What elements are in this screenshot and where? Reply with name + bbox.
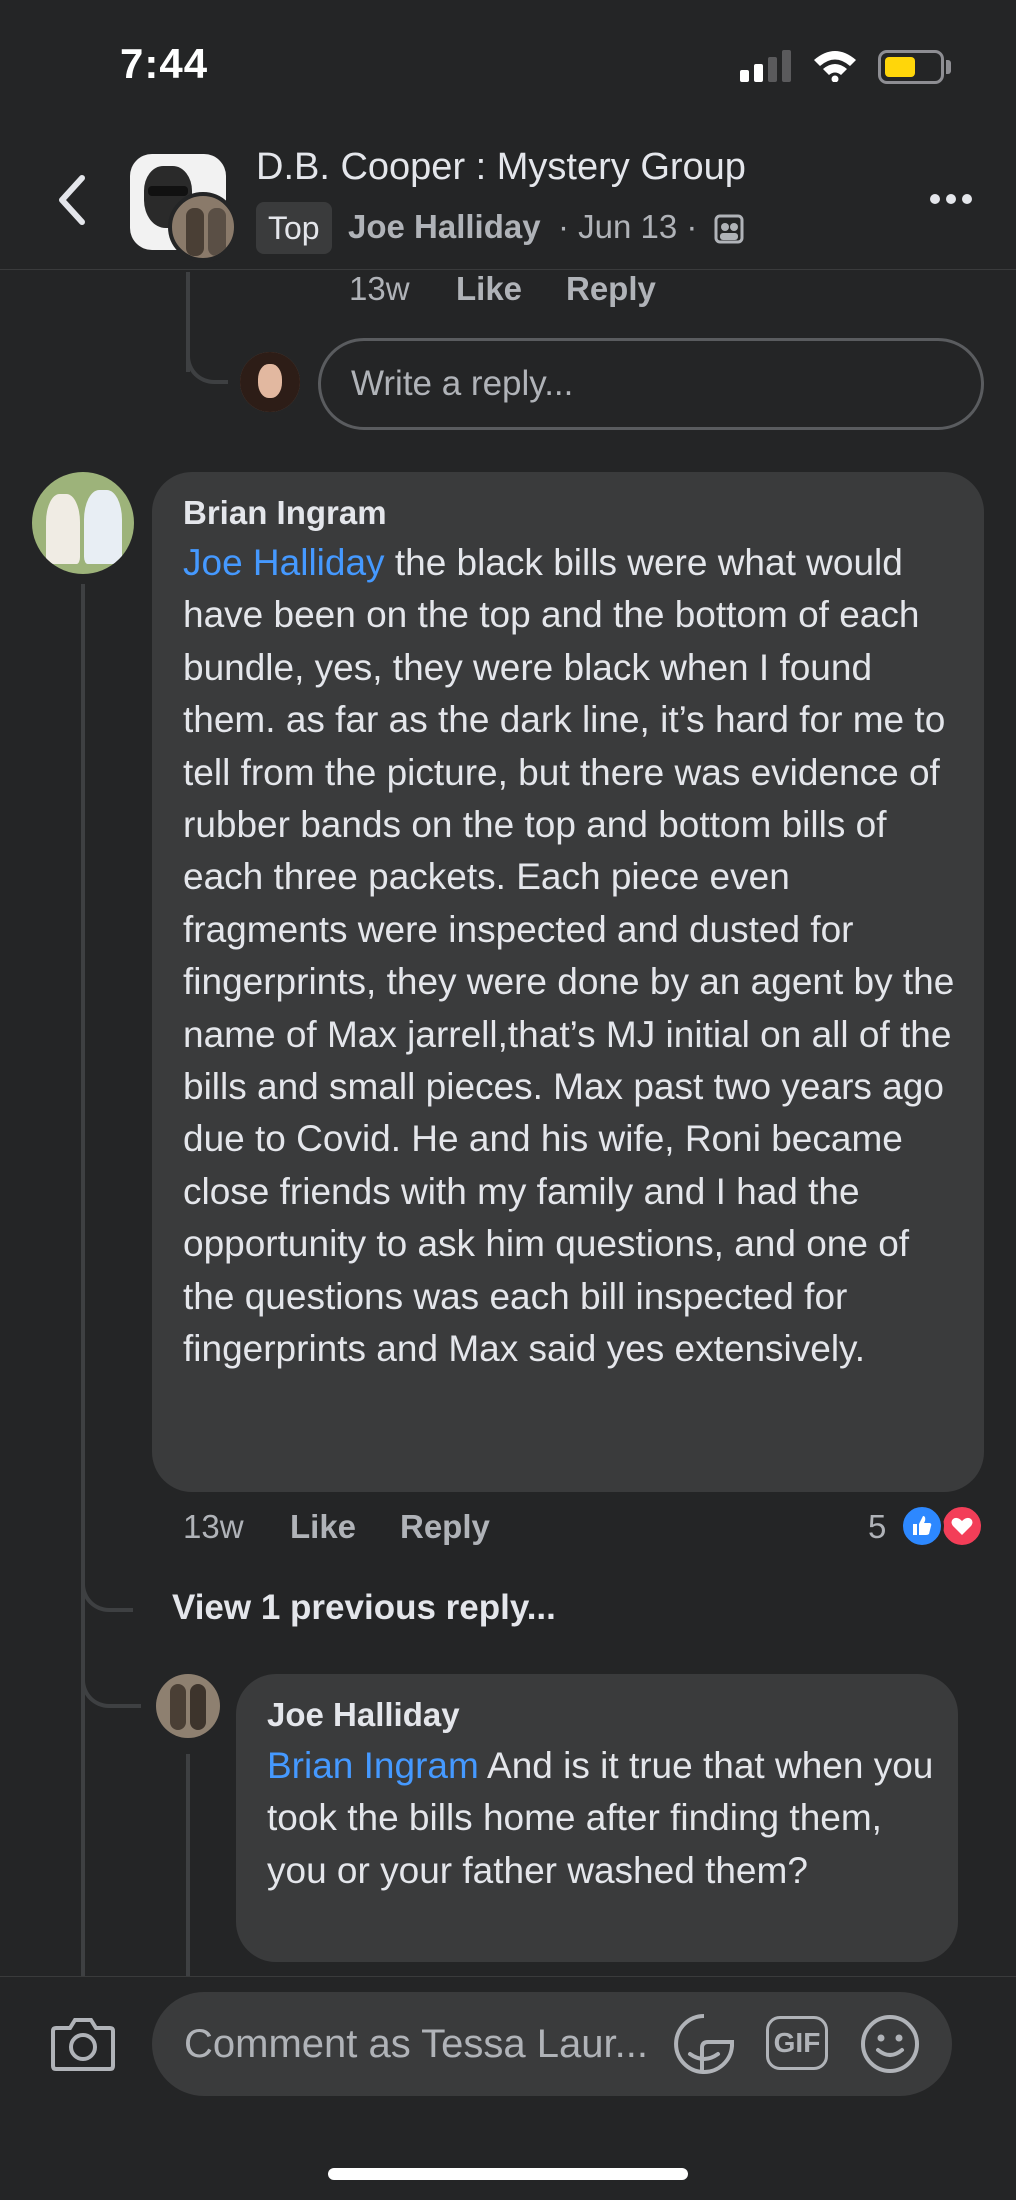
- wifi-icon: [814, 51, 856, 82]
- reply-author-avatar[interactable]: [156, 1674, 220, 1738]
- love-reaction-icon[interactable]: [940, 1504, 984, 1548]
- commenter-avatar[interactable]: [32, 472, 134, 574]
- status-time: 7:44: [120, 40, 209, 87]
- comment-placeholder[interactable]: Comment as Tessa Laur...: [184, 2022, 648, 2067]
- gif-icon[interactable]: GIF: [766, 2016, 828, 2070]
- reply-text: Brian Ingram And is it true that when yo…: [267, 1740, 947, 1897]
- comment-time: 13w: [183, 1508, 244, 1545]
- post-date: · Jun 13 ·: [558, 208, 698, 245]
- thread-connector: [186, 340, 228, 384]
- camera-icon[interactable]: [50, 2014, 116, 2072]
- post-header: D.B. Cooper : Mystery Group Top Joe Hall…: [0, 130, 1016, 270]
- home-indicator[interactable]: [328, 2168, 688, 2180]
- author-avatar[interactable]: [168, 192, 238, 262]
- reply-author[interactable]: Joe Halliday: [267, 1696, 460, 1734]
- emoji-icon[interactable]: [860, 2014, 920, 2074]
- battery-icon: [878, 50, 944, 84]
- top-badge: Top: [256, 202, 332, 254]
- thread-line: [186, 1754, 190, 1976]
- sticker-icon[interactable]: [672, 2012, 736, 2076]
- post-author[interactable]: Joe Halliday: [348, 208, 541, 246]
- thread-line: [81, 584, 85, 1976]
- comment-time: 13w: [349, 270, 410, 307]
- like-button[interactable]: Like: [290, 1508, 356, 1546]
- comment-body: the black bills were what would have bee…: [183, 542, 955, 1370]
- group-title[interactable]: D.B. Cooper : Mystery Group: [256, 146, 746, 189]
- view-previous-replies[interactable]: View 1 previous reply...: [172, 1588, 556, 1628]
- reply-button[interactable]: Reply: [566, 270, 656, 308]
- comment-text: Joe Halliday the black bills were what w…: [183, 537, 963, 1376]
- back-arrow-icon[interactable]: [52, 170, 92, 230]
- thread-connector: [81, 1660, 141, 1708]
- more-options-icon[interactable]: [930, 188, 974, 208]
- like-reaction-icon[interactable]: [900, 1504, 944, 1548]
- comment-author[interactable]: Brian Ingram: [183, 494, 387, 532]
- comment-mention[interactable]: Joe Halliday: [183, 542, 385, 583]
- thread-connector: [81, 1570, 133, 1612]
- like-button[interactable]: Like: [456, 270, 522, 308]
- signal-icon: [740, 50, 792, 82]
- group-audience-icon: [714, 214, 744, 244]
- current-user-avatar: [240, 352, 300, 412]
- battery-tip: [946, 60, 951, 74]
- write-reply-input[interactable]: Write a reply...: [318, 338, 984, 430]
- reply-button[interactable]: Reply: [400, 1508, 490, 1546]
- reply-mention[interactable]: Brian Ingram: [267, 1745, 479, 1786]
- reaction-count[interactable]: 5: [868, 1508, 886, 1546]
